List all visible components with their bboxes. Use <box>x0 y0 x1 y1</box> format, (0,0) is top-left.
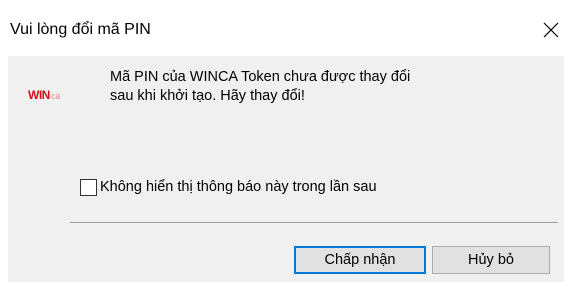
pin-change-dialog: Vui lòng đổi mã PIN WIN ca Mã PIN của WI… <box>0 0 574 282</box>
dont-show-again-checkbox[interactable] <box>80 178 97 196</box>
message-line-1: Mã PIN của WINCA Token chưa được thay đổ… <box>110 69 411 85</box>
message-text: Mã PIN của WINCA Token chưa được thay đổ… <box>110 68 530 106</box>
logo-text-ca: ca <box>50 91 61 101</box>
cancel-button[interactable]: Hủy bỏ <box>432 246 550 274</box>
accept-button[interactable]: Chấp nhận <box>294 246 426 274</box>
winca-logo: WIN ca <box>28 88 70 102</box>
close-icon <box>543 22 559 38</box>
dont-show-again-option[interactable]: Không hiển thị thông báo này trong lần s… <box>80 178 377 196</box>
close-button[interactable] <box>534 14 568 46</box>
separator <box>70 222 558 223</box>
logo-text-win: WIN <box>28 88 50 102</box>
message-line-2: sau khi khởi tạo. Hãy thay đổi! <box>110 88 305 104</box>
dialog-body: WIN ca Mã PIN của WINCA Token chưa được … <box>8 56 564 282</box>
dialog-title: Vui lòng đổi mã PIN <box>10 21 151 38</box>
dont-show-again-label[interactable]: Không hiển thị thông báo này trong lần s… <box>100 178 377 196</box>
title-bar: Vui lòng đổi mã PIN <box>0 0 574 56</box>
